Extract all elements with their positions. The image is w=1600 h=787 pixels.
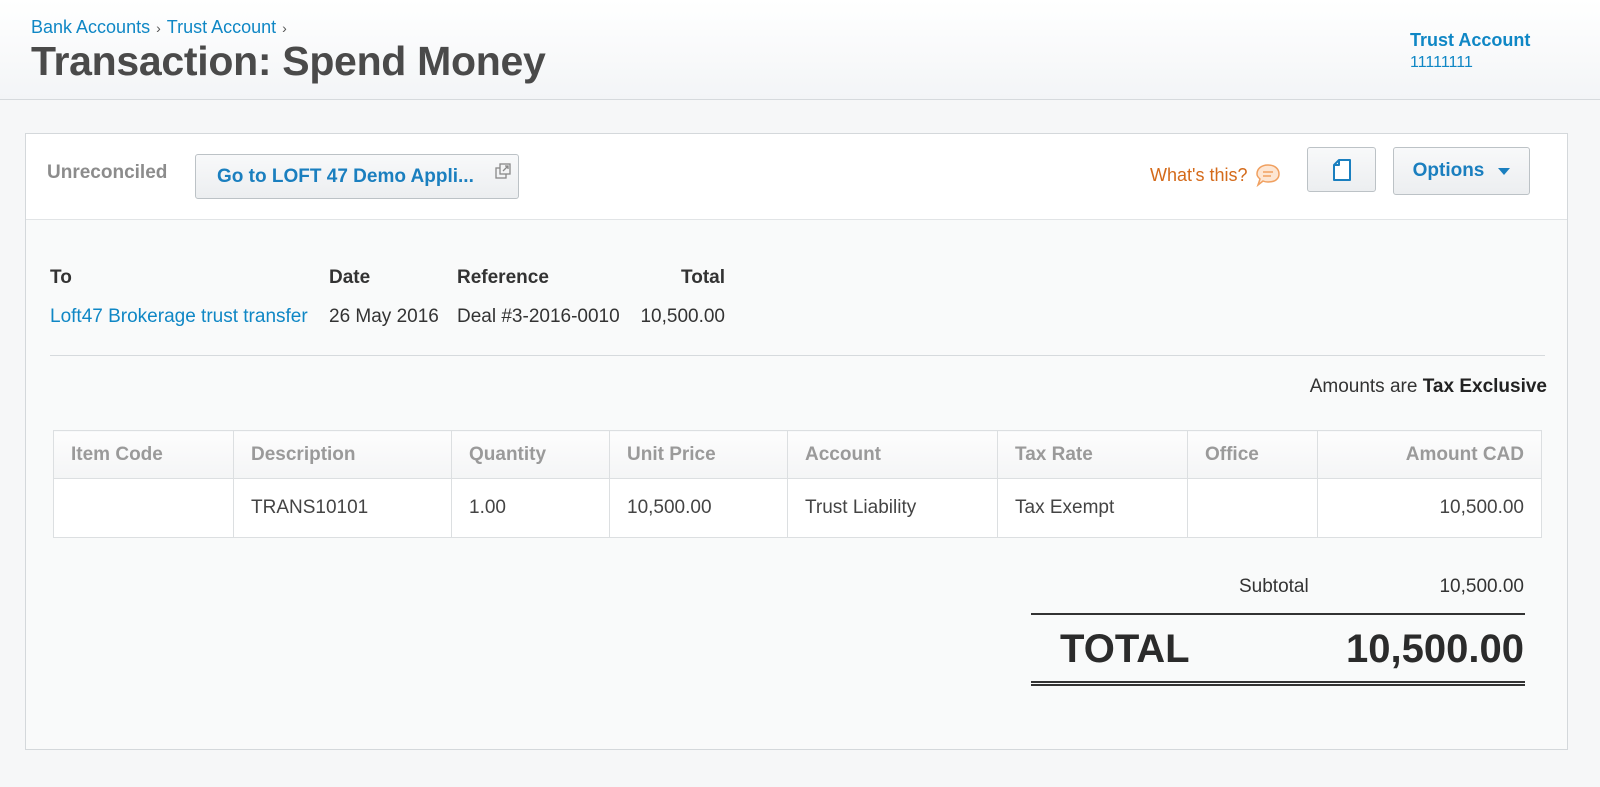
total-rule (1031, 613, 1525, 615)
tax-note: Amounts are Tax Exclusive (1310, 376, 1547, 398)
column-item-code: Item Code (53, 430, 234, 479)
options-button[interactable]: Options (1393, 147, 1530, 195)
account-name-link[interactable]: Trust Account (1410, 30, 1530, 51)
table-header-row: Item Code Description Quantity Unit Pric… (53, 430, 1542, 479)
speech-bubble-icon (1256, 164, 1281, 187)
cell-unit-price: 10,500.00 (609, 478, 788, 538)
cell-account: Trust Liability (787, 478, 998, 538)
table-row: TRANS10101 1.00 10,500.00 Trust Liabilit… (53, 478, 1542, 538)
total-double-rule (1031, 681, 1525, 686)
cell-amount: 10,500.00 (1317, 478, 1542, 538)
cell-office (1187, 478, 1318, 538)
subtotal-value: 10,500.00 (1439, 576, 1524, 597)
column-description: Description (233, 430, 452, 479)
goto-application-button[interactable]: Go to LOFT 47 Demo Appli... (195, 154, 519, 199)
summary-reference-header: Reference (457, 267, 549, 288)
breadcrumb-separator: › (156, 20, 161, 36)
total-label: TOTAL (1060, 627, 1190, 671)
external-link-icon (495, 163, 512, 186)
attach-document-button[interactable] (1307, 147, 1376, 192)
summary-date-value: 26 May 2016 (329, 306, 439, 327)
summary-to-header: To (50, 267, 72, 288)
options-label: Options (1412, 160, 1485, 181)
column-amount: Amount CAD (1317, 430, 1542, 479)
summary-date-header: Date (329, 267, 371, 288)
total-value: 10,500.00 (1346, 627, 1524, 671)
tax-note-prefix: Amounts are (1309, 376, 1418, 397)
tax-mode: Tax Exclusive (1422, 376, 1547, 397)
breadcrumb-separator: › (282, 20, 287, 36)
caret-down-icon (1498, 167, 1511, 175)
summary-total-value: 10,500.00 (640, 306, 725, 327)
goto-application-label: Go to LOFT 47 Demo Appli... (217, 165, 474, 187)
summary-to-contact-link[interactable]: Loft47 Brokerage trust transfer (50, 306, 308, 328)
line-items-table: Item Code Description Quantity Unit Pric… (53, 430, 1542, 538)
document-icon (1332, 158, 1351, 181)
cell-quantity: 1.00 (451, 478, 610, 538)
summary-reference-value: Deal #3-2016-0010 (457, 306, 620, 327)
cell-item-code (53, 478, 234, 538)
cell-tax-rate: Tax Exempt (997, 478, 1188, 538)
column-account: Account (787, 430, 998, 479)
account-number-link[interactable]: 11111111 (1410, 54, 1530, 72)
summary-total: Total 10,500.00 (639, 267, 725, 328)
column-tax-rate: Tax Rate (997, 430, 1188, 479)
summary-date: Date 26 May 2016 (329, 267, 439, 328)
column-unit-price: Unit Price (609, 430, 788, 479)
account-info: Trust Account 11111111 (1410, 30, 1530, 72)
whats-this-link[interactable]: What's this? (1150, 163, 1281, 187)
summary-to: To Loft47 Brokerage trust transfer (50, 267, 308, 328)
page-title: Transaction: Spend Money (31, 38, 546, 84)
subtotal-label: Subtotal (1239, 576, 1309, 597)
column-quantity: Quantity (451, 430, 610, 479)
page-header: Bank Accounts › Trust Account › Transaction… (0, 0, 1600, 100)
status-label: Unreconciled (47, 162, 168, 183)
summary-divider (50, 355, 1545, 356)
transaction-panel: Unreconciled Go to LOFT 47 Demo Appli...… (25, 133, 1568, 750)
column-office: Office (1187, 430, 1318, 479)
summary-total-header: Total (681, 267, 725, 288)
breadcrumb-trust-account[interactable]: Trust Account (167, 17, 276, 37)
summary-reference: Reference Deal #3-2016-0010 (457, 267, 620, 328)
cell-description: TRANS10101 (233, 478, 452, 538)
breadcrumb-bank-accounts[interactable]: Bank Accounts (31, 17, 150, 37)
transaction-toolbar: Unreconciled Go to LOFT 47 Demo Appli...… (26, 134, 1567, 220)
breadcrumb: Bank Accounts › Trust Account › (31, 17, 293, 38)
whats-this-label: What's this? (1150, 164, 1248, 185)
